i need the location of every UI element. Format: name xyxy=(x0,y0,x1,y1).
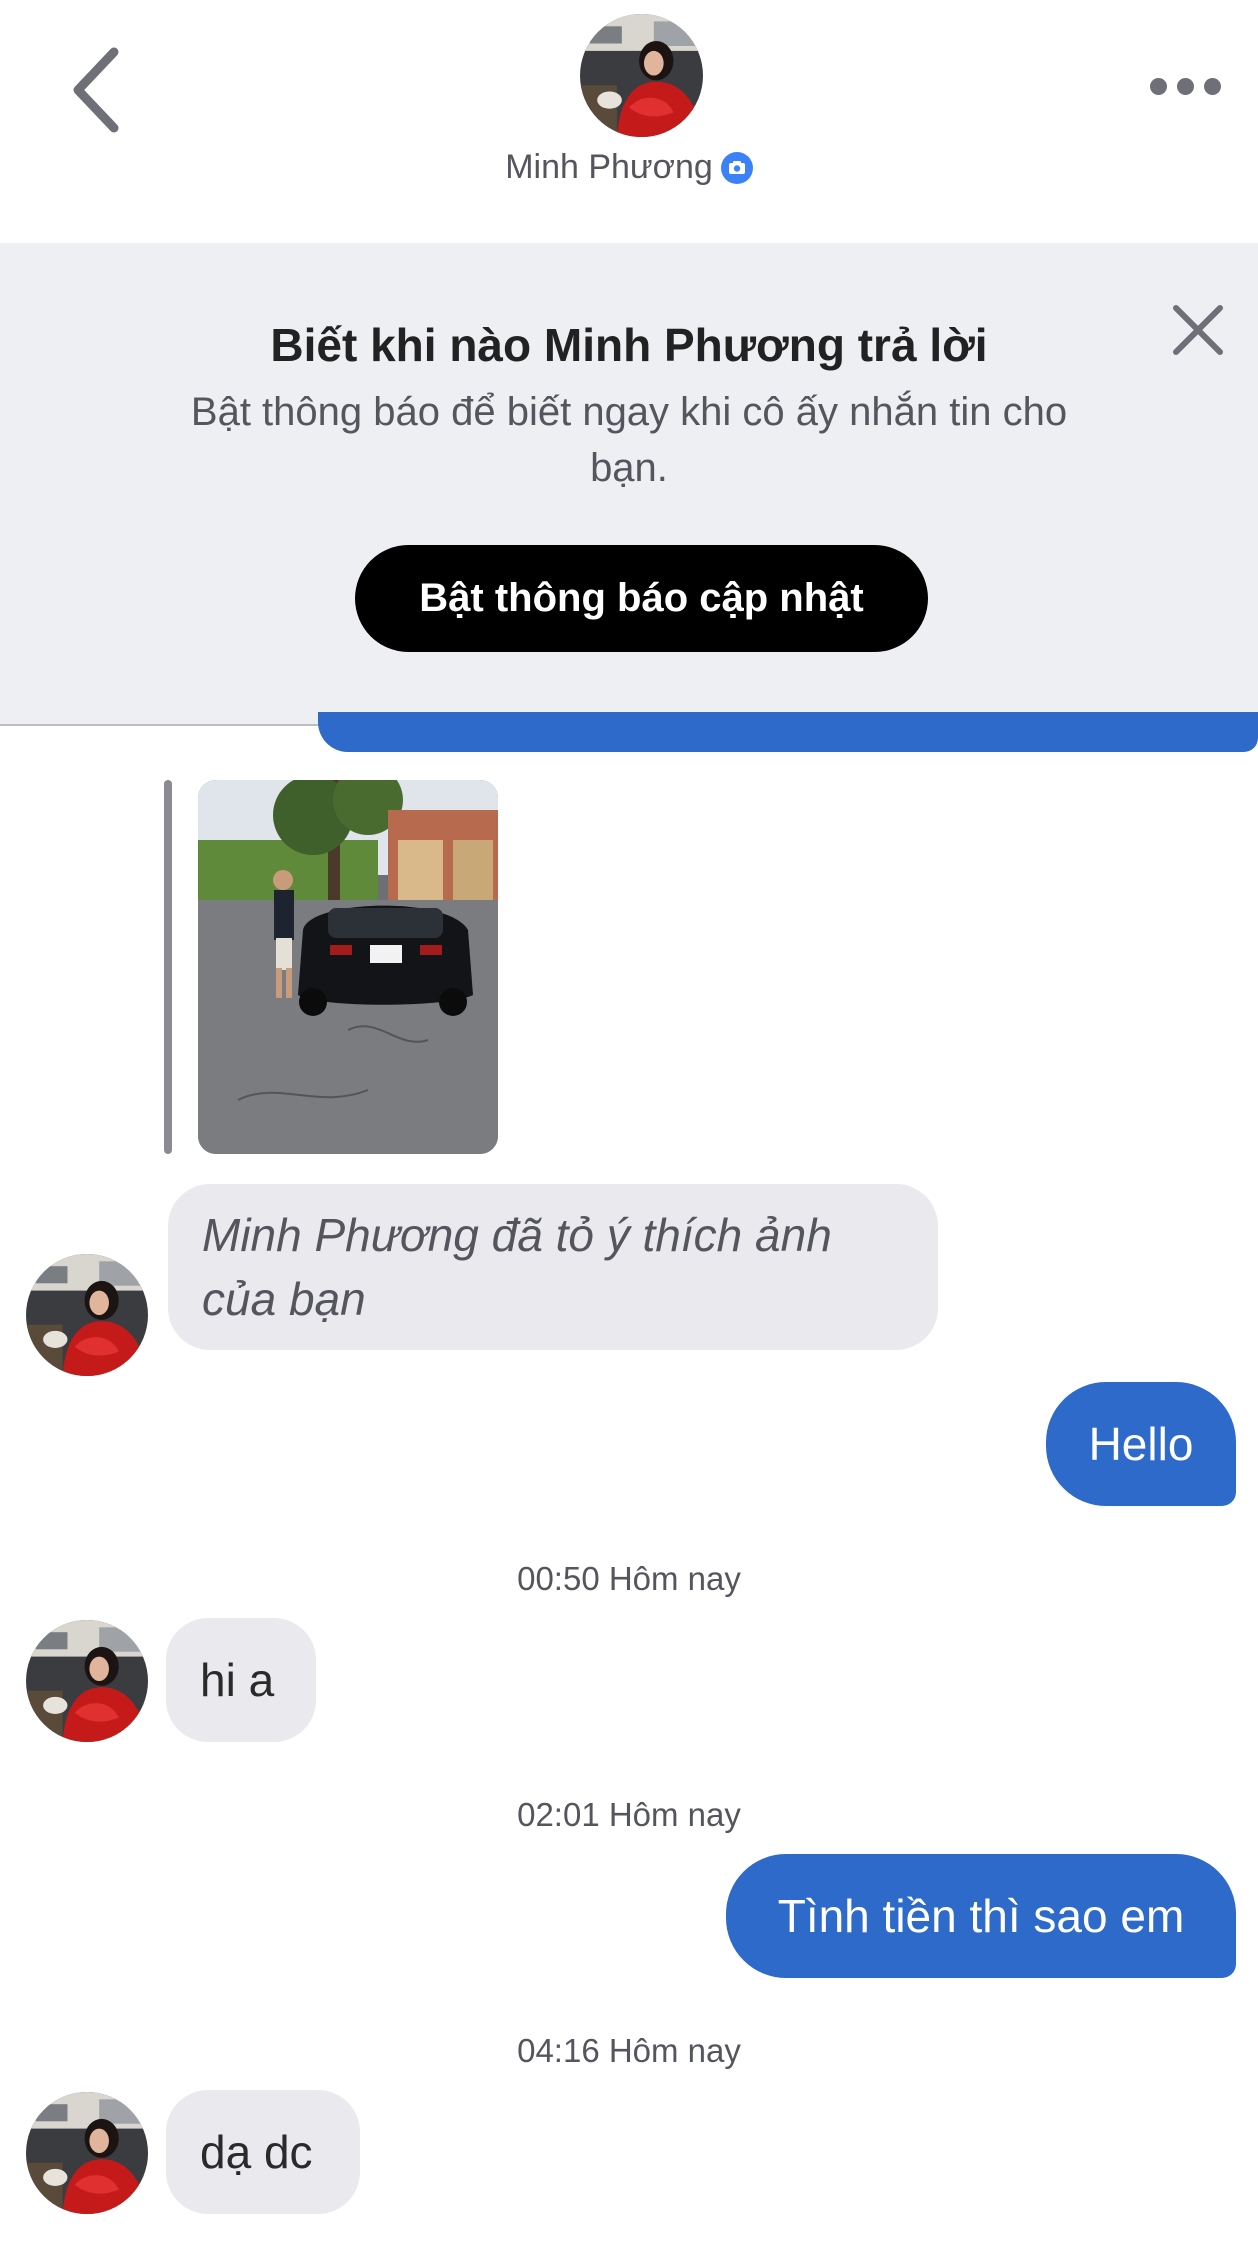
timestamp: 04:16 Hôm nay xyxy=(517,2032,741,2069)
shared-photo[interactable] xyxy=(198,780,498,1154)
reply-quote-bar xyxy=(164,780,172,1154)
contact-name: Minh Phương xyxy=(505,148,713,186)
timestamp: 02:01 Hôm nay xyxy=(517,1796,741,1833)
camera-badge-icon xyxy=(720,151,753,184)
more-options-button[interactable] xyxy=(1140,64,1230,108)
banner-subtitle: Bật thông báo để biết ngay khi cô ấy nhắ… xyxy=(190,390,1068,490)
chat-header: Minh Phương xyxy=(0,0,1258,243)
incoming-message[interactable]: hi a xyxy=(166,1618,316,1742)
outgoing-message[interactable]: Tình tiền thì sao em xyxy=(726,1854,1236,1978)
previous-message-bubble-peek xyxy=(318,712,1258,752)
contact-name-row[interactable]: Minh Phương xyxy=(0,148,1258,187)
outgoing-message[interactable]: Hello xyxy=(1046,1382,1236,1506)
contact-avatar[interactable] xyxy=(580,14,703,137)
contact-avatar-small[interactable] xyxy=(26,2092,148,2214)
photo-like-notice: Minh Phương đã tỏ ý thích ảnh của bạn xyxy=(168,1184,938,1350)
back-button[interactable] xyxy=(60,40,140,140)
contact-avatar-small[interactable] xyxy=(26,1620,148,1742)
timestamp: 00:50 Hôm nay xyxy=(517,1560,741,1597)
enable-notifications-button[interactable]: Bật thông báo cập nhật xyxy=(355,545,928,652)
banner-title: Biết khi nào Minh Phương trả lời xyxy=(270,319,988,371)
contact-avatar-small[interactable] xyxy=(26,1254,148,1376)
more-dots-icon xyxy=(1149,77,1167,95)
chevron-left-icon xyxy=(73,47,119,133)
incoming-message[interactable]: dạ dc xyxy=(166,2090,360,2214)
